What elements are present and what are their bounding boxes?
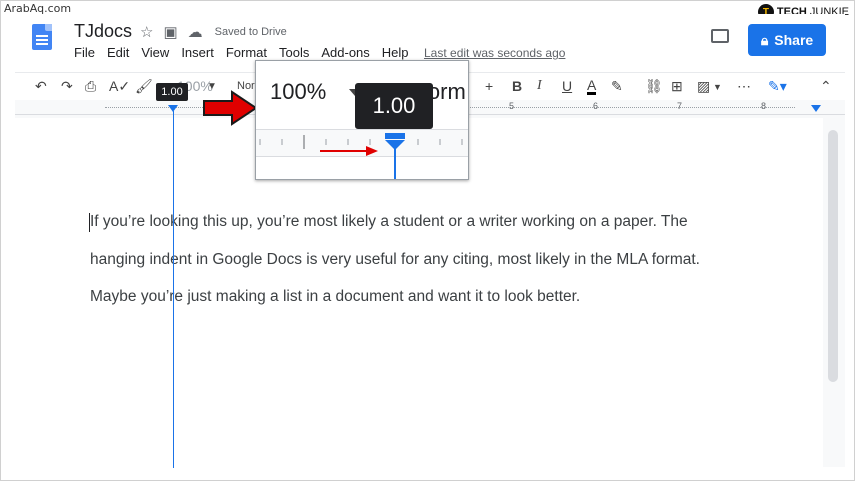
underline-icon[interactable]: U [562, 78, 572, 94]
star-icon[interactable]: ☆ [140, 23, 153, 41]
indent-guide-line [173, 111, 174, 468]
menu-help[interactable]: Help [382, 45, 409, 60]
insert-image-icon[interactable]: ▨ [697, 78, 710, 95]
menu-tools[interactable]: Tools [279, 45, 309, 60]
menu-edit[interactable]: Edit [107, 45, 129, 60]
docs-logo-icon[interactable] [32, 24, 52, 50]
undo-icon[interactable]: ↶ [35, 78, 47, 95]
body-line[interactable]: Maybe you’re just making a list in a doc… [90, 288, 580, 306]
ruler-number: 6 [593, 101, 599, 111]
cloud-saved-icon: ☁ [187, 24, 203, 41]
menu-view[interactable]: View [141, 45, 169, 60]
ruler-number: 8 [761, 101, 767, 111]
highlight-icon[interactable]: ✎ [611, 78, 623, 95]
menu-addons[interactable]: Add-ons [321, 45, 369, 60]
text-color-icon[interactable]: A [587, 78, 597, 95]
menu-bar: File Edit View Insert Format Tools Add-o… [74, 45, 409, 60]
add-comment-icon[interactable]: ⊞ [671, 78, 683, 95]
body-line[interactable]: If you’re looking this up, you’re most l… [90, 213, 688, 231]
share-button[interactable]: 🔒︎ Share [748, 24, 826, 56]
indent-tooltip: 1.00 [156, 83, 188, 101]
move-folder-icon[interactable]: ▣ [163, 23, 177, 41]
last-edit-link[interactable]: Last edit was seconds ago [424, 46, 565, 60]
lock-icon: 🔒︎ [760, 31, 769, 48]
vertical-scrollbar[interactable] [828, 130, 838, 382]
menu-format[interactable]: Format [226, 45, 267, 60]
ruler-number: 7 [677, 101, 683, 111]
paint-format-icon[interactable]: 🖌︎ [135, 78, 153, 95]
image-caret-icon[interactable]: ▼ [713, 82, 722, 92]
italic-icon[interactable]: I [537, 78, 542, 94]
menu-file[interactable]: File [74, 45, 95, 60]
title-actions: ☆ ▣ ☁ Saved to Drive [140, 23, 287, 41]
zoom-guide-line [394, 149, 396, 179]
zoom-indent-tooltip: 1.00 [355, 83, 433, 129]
zoom-percent: 100% [270, 79, 327, 104]
menu-insert[interactable]: Insert [181, 45, 214, 60]
spellcheck-icon[interactable]: A✓ [109, 78, 130, 95]
share-label: Share [774, 32, 814, 48]
ruler-number: 5 [509, 101, 515, 111]
print-icon[interactable]: ⎙ [85, 78, 96, 95]
link-icon[interactable]: ⛓︎ [645, 78, 663, 95]
collapse-toolbar-icon[interactable]: ⌃ [820, 78, 832, 95]
comments-icon[interactable] [711, 29, 729, 43]
small-red-arrow-icon [320, 146, 378, 156]
document-title[interactable]: TJdocs [74, 21, 132, 42]
text-cursor [89, 213, 90, 232]
right-indent-marker[interactable] [811, 105, 821, 112]
zoom-callout: 100% Norm 1.00 [255, 60, 469, 180]
redo-icon[interactable]: ↷ [61, 78, 73, 95]
red-arrow-icon [203, 90, 258, 126]
increase-font-icon[interactable]: + [485, 78, 493, 94]
body-line[interactable]: hanging indent in Google Docs is very us… [90, 251, 700, 269]
save-status: Saved to Drive [214, 26, 287, 38]
more-options-icon[interactable]: ⋯ [737, 78, 751, 95]
bold-icon[interactable]: B [512, 78, 522, 94]
editing-mode-icon[interactable]: ✎▾ [768, 78, 787, 95]
